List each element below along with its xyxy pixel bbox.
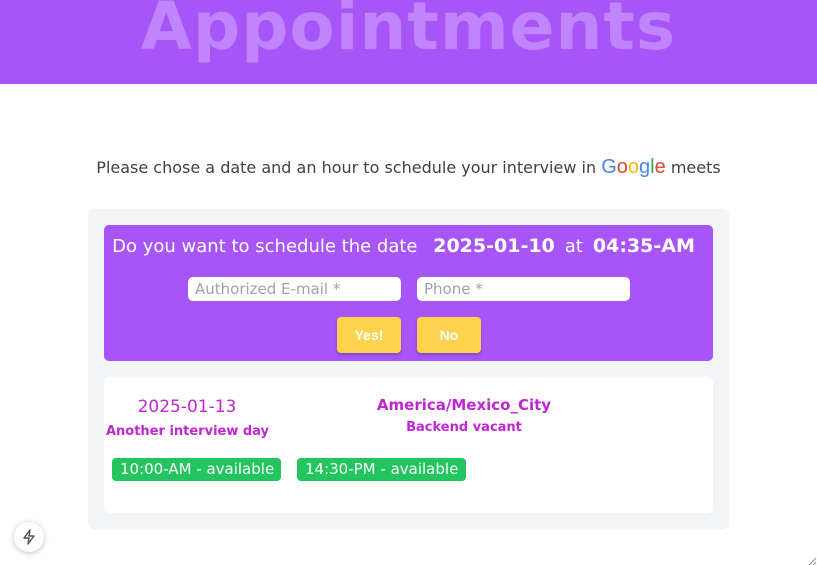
intro-suffix: meets	[670, 158, 721, 177]
page-title: Appointments	[140, 0, 677, 65]
intro-message: Please chose a date and an hour to sched…	[96, 158, 597, 177]
time-slot-button[interactable]: 10:00-AM - available	[112, 458, 281, 481]
time-slot-button[interactable]: 14:30-PM - available	[297, 458, 466, 481]
vacant-label: Backend vacant	[406, 420, 522, 435]
day-date: 2025-01-13	[137, 397, 237, 417]
no-button[interactable]: No	[417, 317, 481, 353]
interview-day-card: 2025-01-13 Another interview day America…	[104, 377, 713, 513]
appointments-panel: Do you want to schedule the date 2025-01…	[88, 209, 729, 529]
google-logo: Google	[601, 156, 666, 178]
timezone-label: America/Mexico_City	[376, 396, 552, 414]
selected-time: 04:35-AM	[592, 235, 695, 257]
email-field[interactable]	[188, 277, 401, 301]
phone-field[interactable]	[417, 277, 630, 301]
confirm-question: Do you want to schedule the date 2025-01…	[104, 235, 713, 257]
day-subtitle: Another interview day	[105, 424, 270, 439]
intro-text: Please chose a date and an hour to sched…	[0, 156, 817, 179]
confirm-question-text: Do you want to schedule the date	[112, 236, 418, 257]
selected-date: 2025-01-10	[433, 235, 555, 257]
resize-grip-icon[interactable]	[805, 553, 817, 565]
header-banner: Appointments	[0, 0, 817, 84]
confirm-dialog: Do you want to schedule the date 2025-01…	[104, 225, 713, 361]
yes-button[interactable]: Yes!	[337, 317, 401, 353]
confirm-at: at	[564, 236, 583, 257]
lightning-bolt-icon[interactable]	[14, 522, 44, 552]
